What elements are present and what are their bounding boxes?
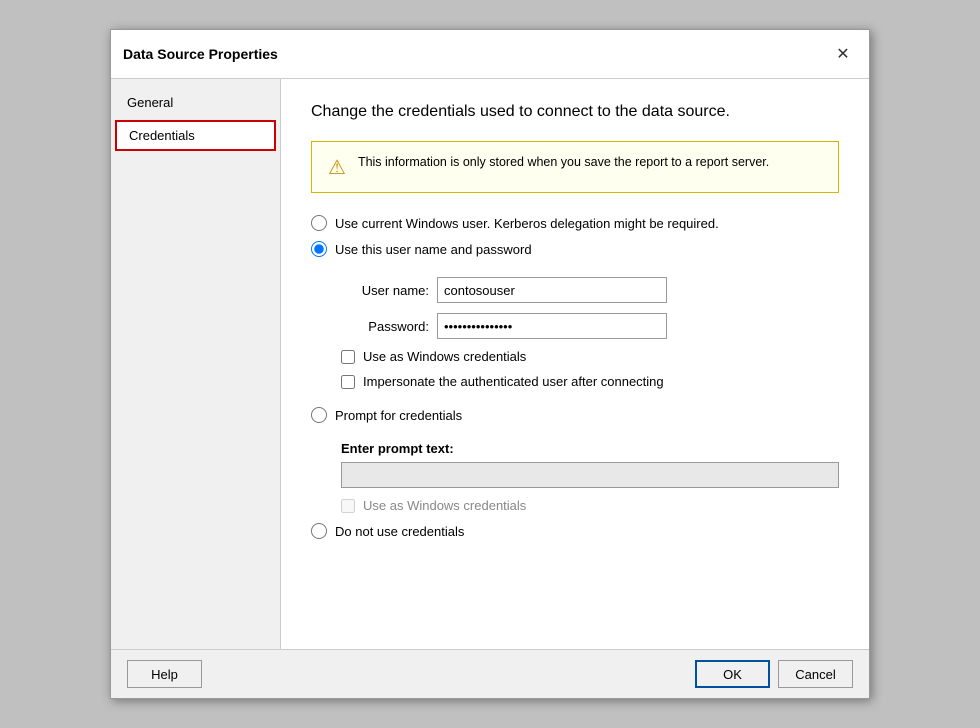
radio-userpass-row[interactable]: Use this user name and password [311,241,839,257]
radio-no-credentials-row[interactable]: Do not use credentials [311,523,839,539]
password-input[interactable] [437,313,667,339]
prompt-windows-credentials-checkbox[interactable] [341,499,355,513]
data-source-properties-dialog: Data Source Properties ✕ General Credent… [110,29,870,699]
footer-right-buttons: OK Cancel [695,660,853,688]
radio-windows-user-row[interactable]: Use current Windows user. Kerberos deleg… [311,215,839,231]
content-title: Change the credentials used to connect t… [311,103,839,121]
dialog-title: Data Source Properties [123,46,278,62]
impersonate-label: Impersonate the authenticated user after… [363,374,664,389]
sidebar: General Credentials [111,79,281,649]
radio-windows-user[interactable] [311,215,327,231]
sidebar-item-general[interactable]: General [111,87,280,118]
ok-button[interactable]: OK [695,660,770,688]
radio-prompt-row[interactable]: Prompt for credentials [311,407,839,423]
windows-credentials-checkbox[interactable] [341,350,355,364]
impersonate-checkbox[interactable] [341,375,355,389]
password-label: Password: [341,319,429,334]
radio-no-credentials-label: Do not use credentials [335,524,464,539]
warning-text: This information is only stored when you… [358,154,769,172]
sidebar-item-credentials[interactable]: Credentials [115,120,276,151]
impersonate-row[interactable]: Impersonate the authenticated user after… [341,374,839,389]
credential-options: Use current Windows user. Kerberos deleg… [311,215,839,539]
dialog-body: General Credentials Change the credentia… [111,79,869,649]
enter-prompt-label: Enter prompt text: [341,441,839,456]
dialog-footer: Help OK Cancel [111,649,869,698]
radio-prompt-label: Prompt for credentials [335,408,462,423]
username-input[interactable] [437,277,667,303]
radio-no-credentials[interactable] [311,523,327,539]
title-bar: Data Source Properties ✕ [111,30,869,79]
warning-box: ⚠ This information is only stored when y… [311,141,839,193]
close-button[interactable]: ✕ [829,40,857,68]
prompt-text-input[interactable] [341,462,839,488]
windows-credentials-label: Use as Windows credentials [363,349,526,364]
help-button[interactable]: Help [127,660,202,688]
userpass-subsection: User name: Password: Use as Windows cred… [341,277,839,389]
password-row: Password: [341,313,839,339]
radio-prompt[interactable] [311,407,327,423]
radio-windows-user-label: Use current Windows user. Kerberos deleg… [335,216,719,231]
prompt-windows-credentials-label: Use as Windows credentials [363,498,526,513]
cancel-button[interactable]: Cancel [778,660,853,688]
windows-credentials-row[interactable]: Use as Windows credentials [341,349,839,364]
radio-userpass[interactable] [311,241,327,257]
username-label: User name: [341,283,429,298]
username-row: User name: [341,277,839,303]
content-area: Change the credentials used to connect t… [281,79,869,649]
radio-userpass-label: Use this user name and password [335,242,532,257]
prompt-subsection: Enter prompt text: Use as Windows creden… [341,441,839,513]
warning-icon: ⚠ [328,155,346,180]
prompt-windows-credentials-row[interactable]: Use as Windows credentials [341,498,839,513]
